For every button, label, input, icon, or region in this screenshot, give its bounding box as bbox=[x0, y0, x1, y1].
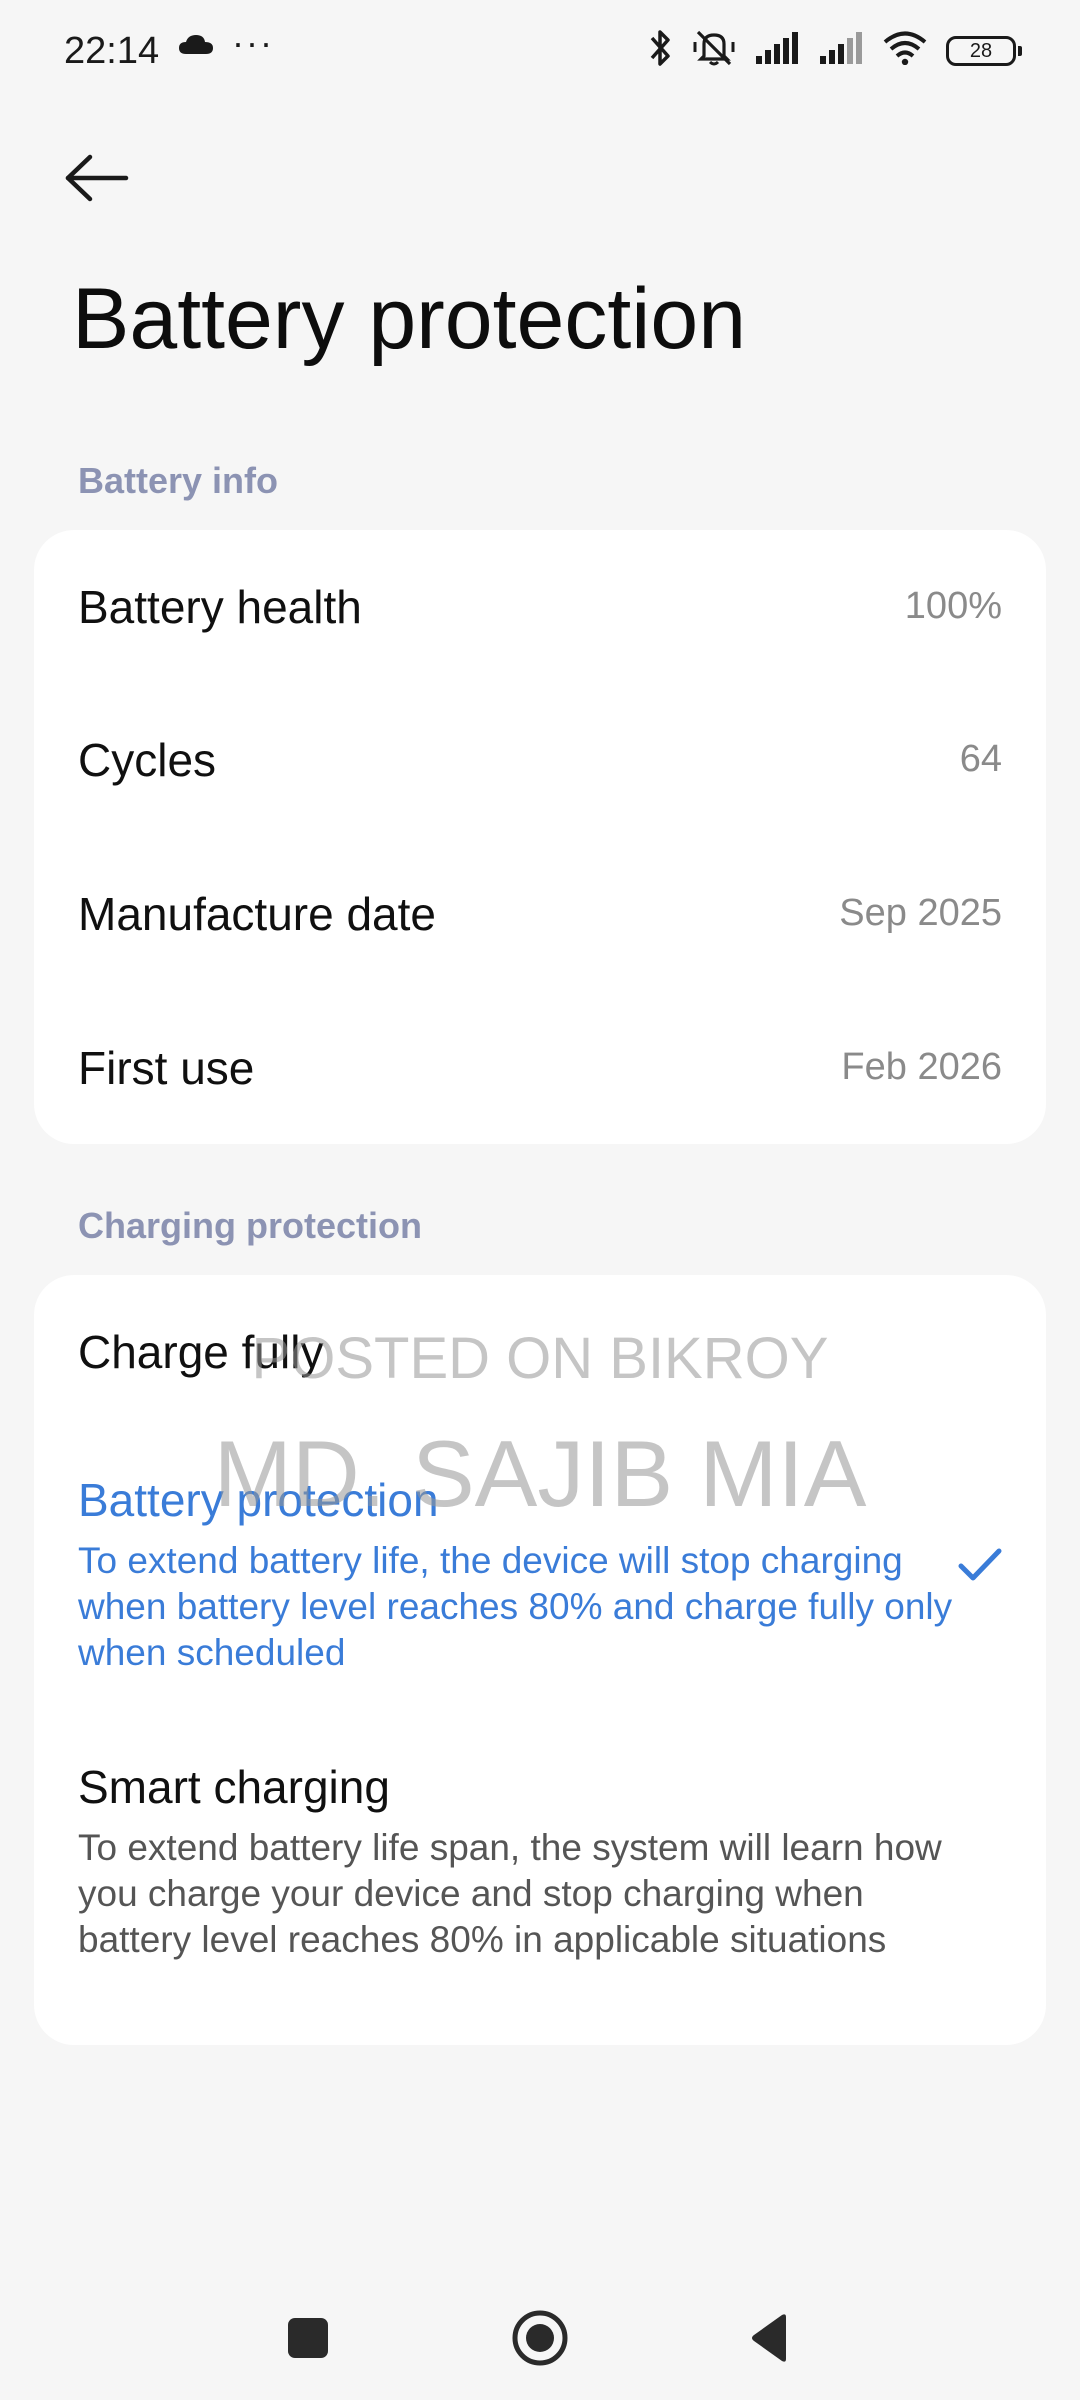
signal-secondary-icon bbox=[818, 32, 864, 69]
first-use-value: Feb 2026 bbox=[841, 1046, 1002, 1088]
navigation-bar bbox=[0, 2280, 1080, 2390]
battery-health-value: 100% bbox=[904, 585, 1002, 627]
manufacture-date-value: Sep 2025 bbox=[839, 892, 1002, 934]
square-icon bbox=[286, 2316, 330, 2365]
cycles-row: Cycles 64 bbox=[34, 683, 1046, 836]
option-battery-protection-description: To extend battery life, the device will … bbox=[78, 1540, 953, 1674]
wifi-icon bbox=[882, 31, 928, 70]
cloud-icon bbox=[178, 34, 214, 61]
section-header-charging-protection: Charging protection bbox=[78, 1205, 422, 1246]
cycles-value: 64 bbox=[959, 738, 1002, 780]
circle-icon bbox=[510, 2308, 570, 2373]
option-charge-fully[interactable]: Charge fully bbox=[78, 1325, 958, 1380]
cycles-label: Cycles bbox=[78, 733, 217, 786]
page-title: Battery protection bbox=[72, 271, 747, 367]
battery-info-card: Battery health 100% Cycles 64 Manufactur… bbox=[34, 530, 1046, 1144]
signal-icon bbox=[754, 32, 800, 69]
option-battery-protection[interactable]: Battery protection To extend battery lif… bbox=[78, 1473, 958, 1676]
first-use-label: First use bbox=[78, 1041, 255, 1094]
more-notifications-icon: ··· bbox=[232, 22, 274, 63]
option-smart-charging-description: To extend battery life span, the system … bbox=[78, 1827, 942, 1961]
status-time: 22:14 bbox=[64, 30, 160, 72]
recents-button[interactable] bbox=[258, 2290, 358, 2390]
nav-back-button[interactable] bbox=[720, 2290, 820, 2390]
battery-health-row: Battery health 100% bbox=[34, 530, 1046, 683]
home-button[interactable] bbox=[490, 2290, 590, 2390]
charging-protection-card: Charge fully Battery protection To exten… bbox=[34, 1275, 1046, 2045]
checkmark-icon bbox=[958, 1547, 1002, 1588]
back-button[interactable] bbox=[64, 140, 154, 220]
option-battery-protection-title: Battery protection bbox=[78, 1474, 439, 1526]
mute-vibrate-icon bbox=[692, 28, 736, 73]
option-smart-charging-title: Smart charging bbox=[78, 1761, 390, 1813]
battery-level: 28 bbox=[969, 39, 993, 62]
triangle-icon bbox=[748, 2313, 792, 2368]
option-charge-fully-title: Charge fully bbox=[78, 1326, 324, 1378]
first-use-row: First use Feb 2026 bbox=[34, 991, 1046, 1144]
status-bar: 22:14 ··· 28 bbox=[0, 0, 1080, 104]
section-header-battery-info: Battery info bbox=[78, 460, 279, 501]
manufacture-date-row: Manufacture date Sep 2025 bbox=[34, 837, 1046, 990]
battery-health-label: Battery health bbox=[78, 580, 362, 633]
arrow-left-icon bbox=[64, 153, 130, 208]
status-icons: 28 bbox=[648, 28, 1022, 73]
option-smart-charging[interactable]: Smart charging To extend battery life sp… bbox=[78, 1760, 958, 1963]
battery-icon: 28 bbox=[946, 35, 1022, 66]
bluetooth-icon bbox=[648, 28, 674, 73]
manufacture-date-label: Manufacture date bbox=[78, 887, 437, 940]
